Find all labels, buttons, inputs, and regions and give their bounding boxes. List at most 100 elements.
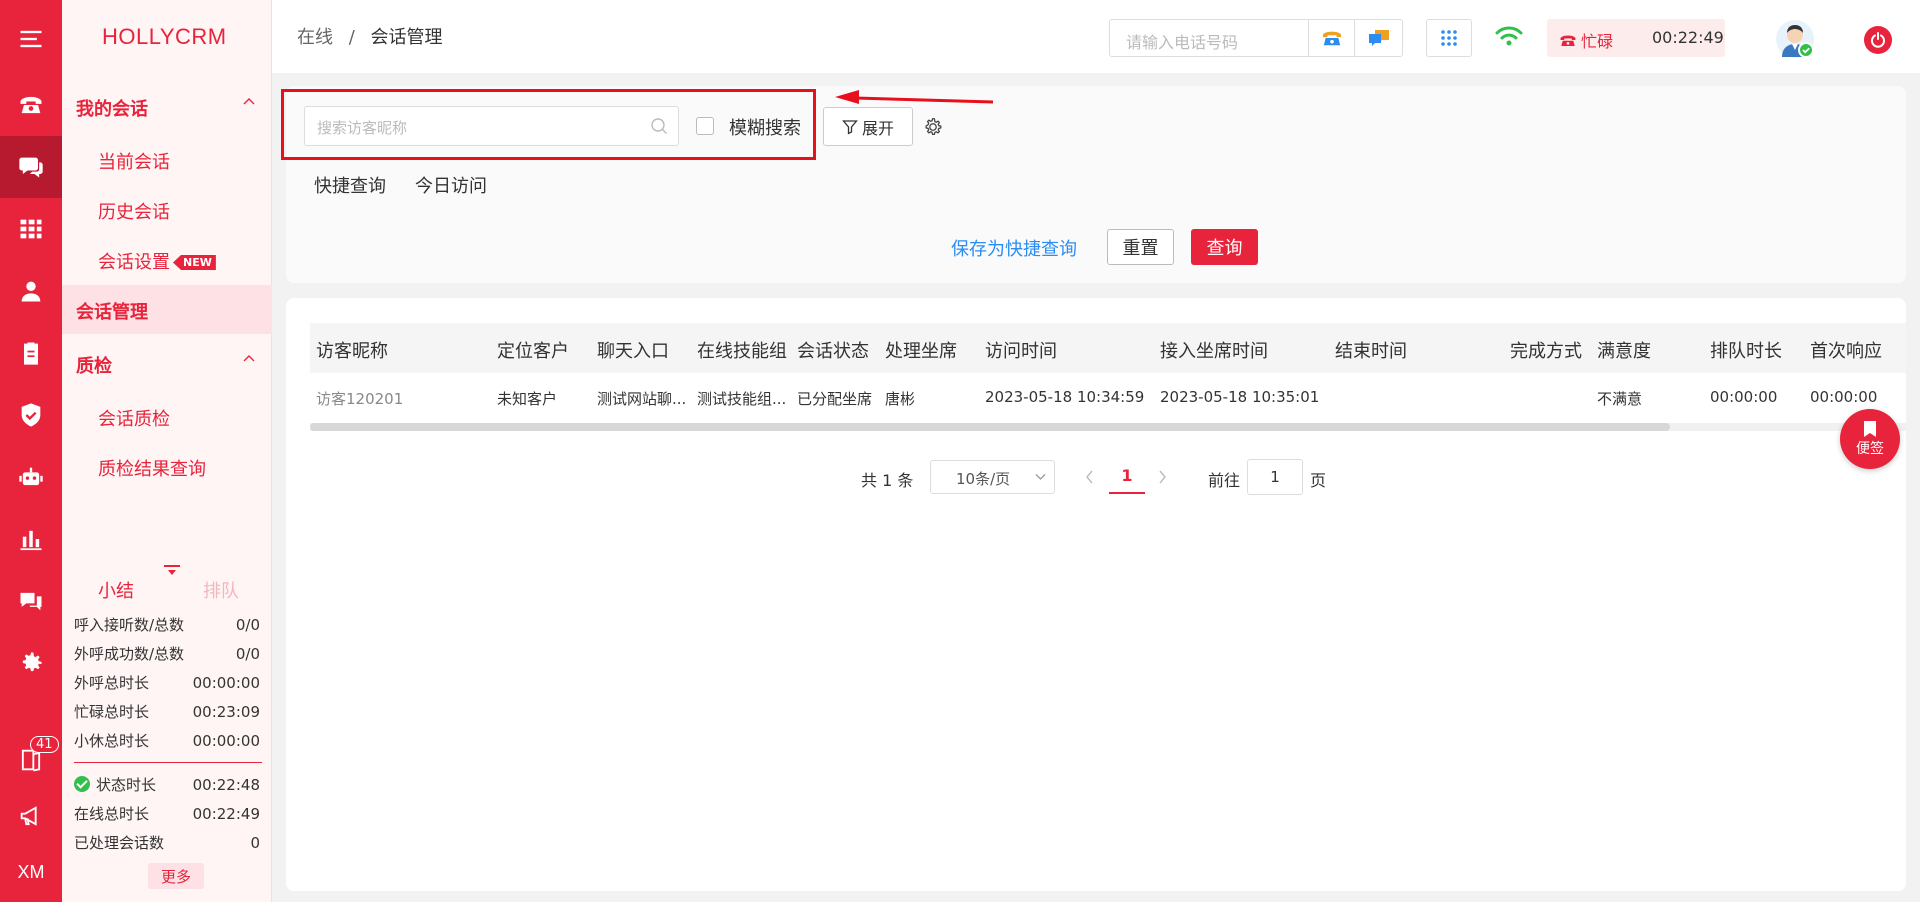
phone-dial-box: 请输入电话号码	[1109, 19, 1403, 57]
column-header[interactable]: 聊天入口	[597, 337, 669, 363]
column-header[interactable]: 结束时间	[1335, 337, 1407, 363]
stat-value: 0	[250, 833, 260, 852]
table-cell: 未知客户	[497, 390, 558, 408]
column-header[interactable]: 访客昵称	[316, 337, 388, 363]
breadcrumb-item-current: 会话管理	[370, 27, 443, 48]
xm-link[interactable]: XM	[0, 841, 62, 902]
chevron-up-icon	[243, 98, 255, 105]
table-cell: 测试网站聊...	[597, 390, 687, 408]
phone-input[interactable]: 请输入电话号码	[1126, 29, 1238, 53]
column-header[interactable]: 定位客户	[497, 337, 569, 363]
shield-icon[interactable]	[0, 384, 62, 446]
logout-button[interactable]	[1864, 26, 1892, 54]
stat-value: 00:22:49	[192, 804, 260, 823]
phone-icon[interactable]	[0, 74, 62, 136]
column-header[interactable]: 首次响应	[1810, 337, 1882, 363]
tab-queue[interactable]: 排队	[203, 577, 239, 603]
column-header[interactable]: 在线技能组	[697, 337, 787, 363]
gear-icon[interactable]	[922, 116, 944, 138]
chevron-right-icon[interactable]	[1157, 470, 1167, 484]
divider	[74, 762, 262, 763]
grid-dots-icon	[1441, 30, 1457, 46]
note-label: 便签	[1856, 441, 1884, 457]
menu-icon[interactable]	[0, 8, 62, 70]
column-header[interactable]: 会话状态	[797, 337, 869, 363]
page-number-current[interactable]: 1	[1109, 466, 1145, 494]
user-icon[interactable]	[0, 260, 62, 322]
stat-row: 忙碌总时长 00:23:09	[74, 697, 260, 726]
chat-message-button[interactable]	[1354, 20, 1402, 56]
stat-value: 00:00:00	[192, 673, 260, 692]
avatar[interactable]	[1775, 19, 1815, 59]
table-cell: 00:00:00	[1710, 388, 1778, 406]
dial-button[interactable]	[1308, 20, 1354, 56]
highlight-box	[281, 89, 816, 160]
chat-icon[interactable]	[0, 136, 62, 198]
app-logo: HOLLYCRM	[102, 24, 227, 49]
stat-label: 呼入接听数/总数	[74, 616, 185, 634]
sidebar-group-quality[interactable]: 质检	[76, 352, 266, 378]
caret-down-icon	[164, 565, 180, 575]
expand-button[interactable]: 展开	[823, 107, 913, 146]
column-header[interactable]: 访问时间	[985, 337, 1057, 363]
chevron-left-icon[interactable]	[1085, 470, 1095, 484]
query-button[interactable]: 查询	[1191, 229, 1258, 265]
chevron-up-icon	[243, 355, 255, 362]
sidebar-item-current-session[interactable]: 当前会话	[98, 148, 170, 174]
sidebar-group-label: 质检	[76, 356, 112, 377]
more-button[interactable]: 更多	[148, 863, 204, 889]
sidebar-item-session-management[interactable]: 会话管理	[62, 285, 272, 334]
column-header[interactable]: 接入坐席时间	[1160, 337, 1268, 363]
bar-chart-icon[interactable]	[0, 508, 62, 570]
sidebar-group-my-sessions[interactable]: 我的会话	[76, 95, 266, 121]
column-header[interactable]: 处理坐席	[885, 337, 957, 363]
column-header[interactable]: 完成方式	[1510, 337, 1582, 363]
sidebar-item-history-session[interactable]: 历史会话	[98, 198, 170, 224]
sidebar-item-session-quality[interactable]: 会话质检	[98, 405, 170, 431]
book-icon[interactable]: 41	[0, 729, 62, 791]
telephone-icon	[1322, 31, 1341, 46]
sidebar-item-session-settings[interactable]: 会话设置 NEW	[98, 248, 216, 274]
megaphone-icon[interactable]	[0, 785, 62, 847]
save-quick-query-link[interactable]: 保存为快捷查询	[951, 235, 1077, 261]
tab-summary[interactable]: 小结	[98, 577, 134, 603]
stat-row: 已处理会话数 0	[74, 828, 260, 857]
stat-row: 外呼成功数/总数 0/0	[74, 639, 260, 668]
message-icon[interactable]	[0, 570, 62, 632]
sidebar-item-quality-result[interactable]: 质检结果查询	[98, 455, 206, 481]
column-header[interactable]: 排队时长	[1710, 337, 1782, 363]
table-cell: 已分配坐席	[797, 390, 873, 408]
sidebar-item-label: 会话设置	[98, 252, 170, 273]
wifi-icon	[1495, 26, 1523, 46]
stat-row: 在线总时长 00:22:49	[74, 799, 260, 828]
table-cell: 测试技能组...	[697, 390, 787, 408]
pagination-total: 共 1 条	[861, 471, 914, 490]
today-visit-tab[interactable]: 今日访问	[415, 172, 487, 198]
robot-icon[interactable]	[0, 446, 62, 508]
page-size-select[interactable]: 10条/页	[930, 460, 1055, 494]
grid-table-icon[interactable]	[0, 198, 62, 260]
user-avatar-icon	[1776, 20, 1814, 58]
stat-row: 小休总时长 00:00:00	[74, 726, 260, 755]
settings-icon[interactable]	[0, 632, 62, 694]
clipboard-icon[interactable]	[0, 322, 62, 384]
note-button[interactable]: 便签	[1840, 409, 1900, 469]
breadcrumb-item-online[interactable]: 在线	[297, 27, 333, 48]
quick-query-tab[interactable]: 快捷查询	[314, 172, 386, 198]
notification-badge: 41	[30, 736, 59, 753]
table-cell: 2023-05-18 10:34:59	[985, 388, 1145, 406]
chevron-down-icon	[1035, 474, 1046, 480]
sidebar-group-label: 我的会话	[76, 99, 148, 120]
sidebar: HOLLYCRM 我的会话 当前会话 历史会话 会话设置 NEW 会话管理 质检 …	[62, 0, 272, 902]
breadcrumb-separator: /	[348, 27, 355, 48]
stat-label: 小休总时长	[74, 732, 150, 750]
stat-row: 呼入接听数/总数 0/0	[74, 610, 260, 639]
horizontal-scrollbar[interactable]	[310, 423, 1670, 431]
chat-bubble-icon	[1368, 30, 1389, 46]
reset-button[interactable]: 重置	[1107, 229, 1174, 265]
goto-page-input[interactable]: 1	[1247, 459, 1303, 495]
apps-grid-button[interactable]	[1426, 19, 1472, 57]
table-cell: 不满意	[1597, 390, 1643, 408]
agent-status[interactable]: 忙碌 00:22:49	[1547, 19, 1725, 57]
column-header[interactable]: 满意度	[1597, 337, 1651, 363]
